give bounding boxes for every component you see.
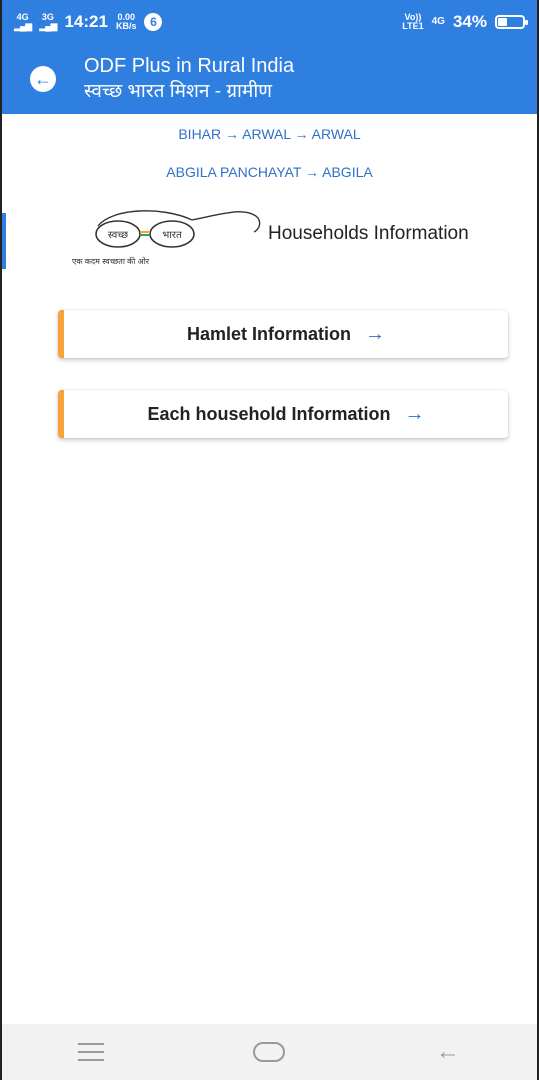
edge-marker — [2, 213, 6, 269]
status-bar: 4G ▂▄▆ 3G ▂▄▆ 14:21 0.00 KB/s 6 Vo)) LTE… — [2, 0, 537, 44]
app-title: ODF Plus in Rural India — [84, 55, 295, 77]
top-bar: 4G ▂▄▆ 3G ▂▄▆ 14:21 0.00 KB/s 6 Vo)) LTE… — [2, 0, 537, 114]
status-left: 4G ▂▄▆ 3G ▂▄▆ 14:21 0.00 KB/s 6 — [14, 12, 163, 32]
volte-icon: Vo)) LTE1 — [402, 12, 424, 31]
logo-caption: एक कदम स्वच्छता की ओर — [72, 257, 150, 266]
home-button[interactable] — [239, 1032, 299, 1072]
arrow-right-icon: → — [365, 322, 385, 345]
menu-icon — [78, 1043, 105, 1061]
app-subtitle: स्वच्छ भारत मिशन - ग्रामीण — [84, 81, 272, 102]
signal-4g-icon: 4G ▂▄▆ — [14, 12, 32, 31]
app-bar: ← ODF Plus in Rural India स्वच्छ भारत मि… — [2, 44, 537, 114]
section-title: Households Information — [268, 223, 469, 244]
app-titles: ODF Plus in Rural India स्वच्छ भारत मिशन… — [84, 53, 294, 105]
swachh-bharat-logo: स्वच्छ भारत एक कदम स्वच्छता की ओर — [72, 204, 262, 268]
spectacles-logo-icon: स्वच्छ भारत — [95, 210, 261, 248]
signal-3g-icon: 3G ▂▄▆ — [39, 12, 57, 31]
battery-icon — [495, 15, 528, 29]
home-icon — [253, 1042, 286, 1062]
clock: 14:21 — [64, 12, 108, 31]
back-button[interactable]: ← — [30, 66, 56, 92]
logo-right-word: भारत — [162, 230, 182, 241]
hamlet-information-button[interactable]: Hamlet Information → — [58, 310, 508, 358]
battery-percent: 34% — [452, 12, 487, 31]
arrow-right-icon: → — [404, 402, 425, 425]
back-arrow-icon: ← — [435, 1038, 460, 1065]
breadcrumb-location: BIHAR → ARWAL → ARWAL — [178, 126, 361, 142]
household-information-label: Each household Information — [147, 403, 391, 424]
status-right: Vo)) LTE1 4G 34% — [402, 12, 528, 32]
section-header: स्वच्छ भारत एक कदम स्वच्छता की ओर Househ… — [72, 204, 469, 268]
network-4g-label: 4G — [431, 16, 445, 27]
network-speed: 0.00 KB/s — [115, 12, 137, 31]
app-screen: 4G ▂▄▆ 3G ▂▄▆ 14:21 0.00 KB/s 6 Vo)) LTE… — [0, 0, 539, 1080]
household-information-button[interactable]: Each household Information → — [58, 390, 508, 438]
breadcrumb: BIHAR → ARWAL → ARWAL ABGILA PANCHAYAT →… — [2, 122, 537, 198]
breadcrumb-panchayat: ABGILA PANCHAYAT → ABGILA — [166, 164, 373, 180]
arrow-left-icon: ← — [34, 68, 52, 89]
logo-left-word: स्वच्छ — [108, 230, 128, 241]
system-back-button[interactable]: ← — [418, 1032, 478, 1072]
recent-apps-button[interactable] — [61, 1032, 121, 1072]
system-navigation-bar: ← — [2, 1024, 537, 1080]
hamlet-information-label: Hamlet Information — [186, 323, 351, 344]
notification-count-icon: 6 — [144, 13, 163, 31]
